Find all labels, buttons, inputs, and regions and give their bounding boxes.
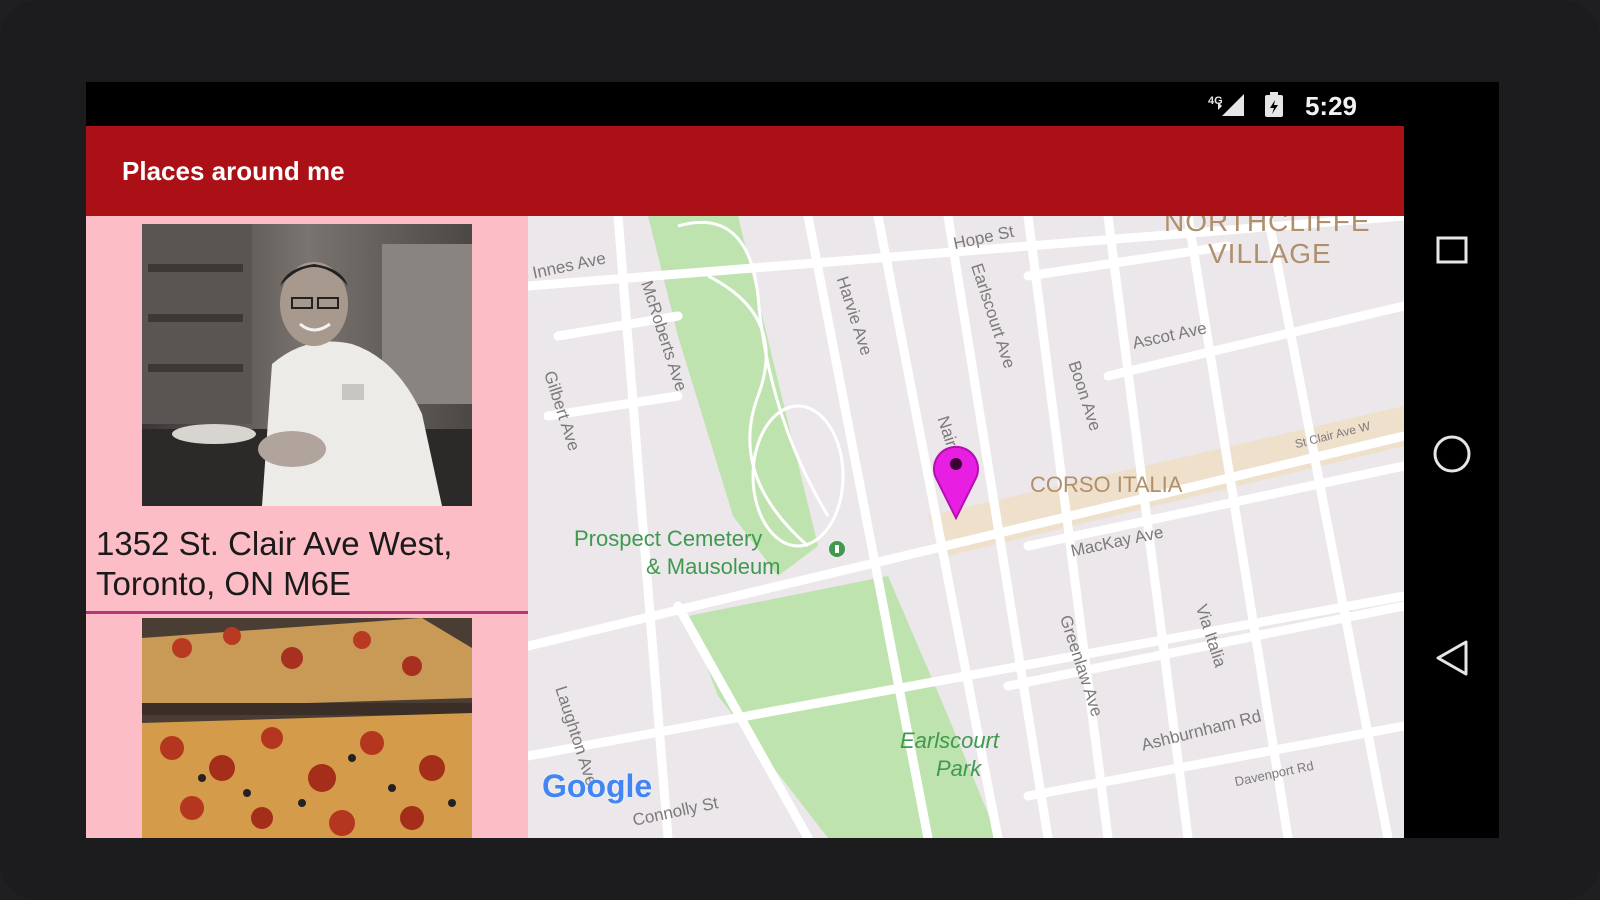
recents-icon[interactable]: [1424, 222, 1480, 278]
location-marker-icon[interactable]: [930, 440, 982, 521]
map-label-prospect-cemetery: Prospect Cemetery: [574, 526, 763, 551]
app-title: Places around me: [122, 156, 345, 186]
navigation-bar: [1404, 126, 1499, 838]
chef-photo: [142, 224, 472, 506]
map-label-earlscourt: Earlscourt: [900, 728, 1000, 753]
map-label-corso-italia: CORSO ITALIA: [1030, 472, 1183, 497]
map-label-mausoleum: & Mausoleum: [646, 554, 781, 579]
device-screen: 4G 5:29 Places around me 1352 St. Clair …: [86, 82, 1499, 838]
app-bar: Places around me: [86, 126, 1404, 216]
place-address: 1352 St. Clair Ave West, Toronto, ON M6E: [96, 525, 453, 602]
map-view[interactable]: NORTHCLIFFE VILLAGE CORSO ITALIA Prospec…: [528, 216, 1404, 838]
signal-icon: 4G: [1204, 92, 1248, 123]
home-icon[interactable]: [1424, 426, 1480, 482]
battery-icon: [1262, 92, 1286, 123]
status-time: 5:29: [1304, 91, 1357, 121]
back-icon[interactable]: [1424, 630, 1480, 686]
park-marker-icon: [828, 540, 846, 558]
google-logo: Google: [542, 768, 653, 804]
map-label-village: VILLAGE: [1208, 238, 1332, 269]
place-card[interactable]: [86, 614, 528, 838]
status-bar: 4G 5:29: [86, 82, 1499, 126]
map-label-northcliffe: NORTHCLIFFE: [1164, 216, 1371, 237]
places-list[interactable]: 1352 St. Clair Ave West, Toronto, ON M6E…: [86, 216, 528, 838]
place-card[interactable]: 1352 St. Clair Ave West, Toronto, ON M6E…: [86, 216, 528, 612]
map-label-park: Park: [936, 756, 982, 781]
pizza-photo: [142, 618, 472, 838]
